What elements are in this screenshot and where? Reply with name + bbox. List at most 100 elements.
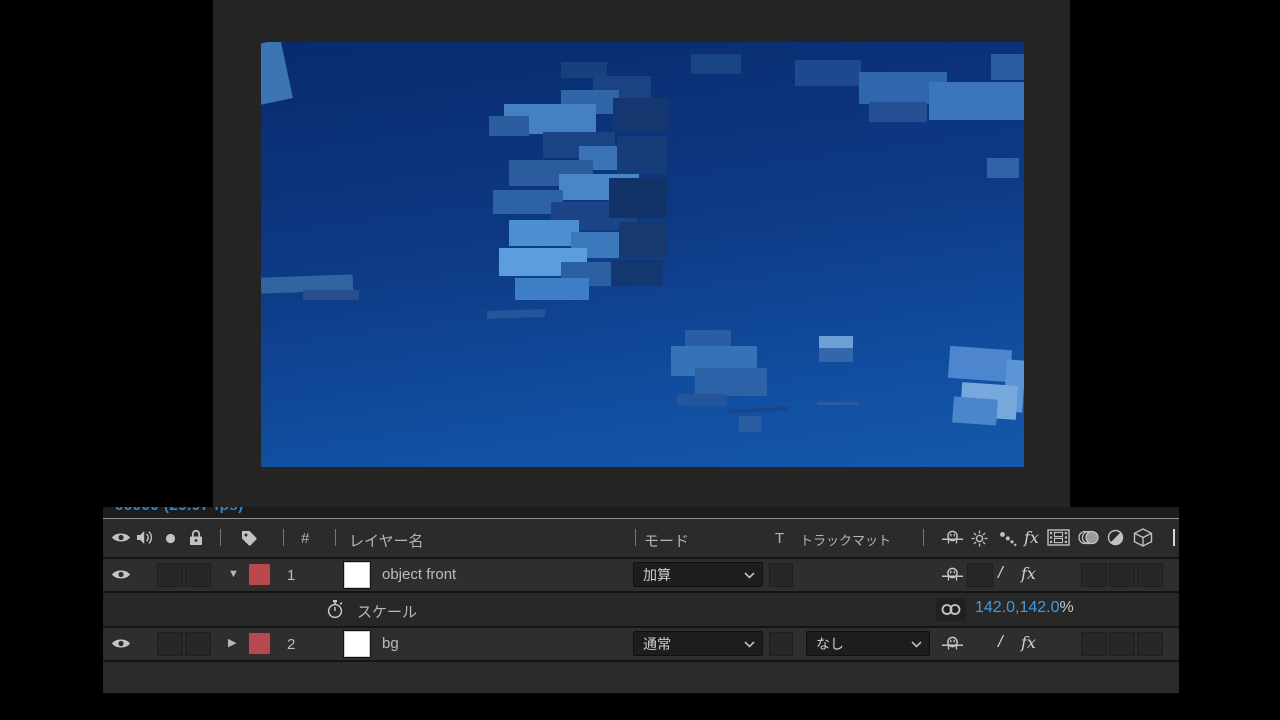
property-name[interactable]: スケール	[357, 601, 417, 622]
composition-viewer-panel	[213, 0, 1070, 507]
mosaic-block	[695, 368, 767, 396]
motion-blur-cell[interactable]	[1081, 563, 1107, 587]
timecode-text[interactable]: 00000 (29.97 fps)	[115, 507, 1179, 514]
mode-column-label: モード	[644, 530, 689, 551]
column-divider	[635, 529, 636, 546]
3d-cell[interactable]	[1137, 632, 1163, 656]
shy-toggle[interactable]	[941, 567, 964, 583]
frame-blend-icon	[1047, 529, 1070, 546]
eye-toggle[interactable]	[111, 637, 131, 650]
timecode-strip[interactable]: 00000 (29.97 fps)	[103, 507, 1179, 518]
eye-column-icon	[111, 531, 131, 544]
preserve-transparency-cell[interactable]	[769, 563, 793, 587]
mosaic-block	[487, 309, 545, 319]
column-divider	[220, 529, 221, 546]
adjustment-cell[interactable]	[1109, 563, 1135, 587]
comp-canvas[interactable]	[261, 42, 1024, 467]
timeline-panel: 00000 (29.97 fps) # レイヤー名 モード T トラックマット	[103, 507, 1179, 693]
mosaic-block	[613, 98, 669, 132]
effects-toggle[interactable]: fx	[1021, 633, 1036, 652]
mosaic-block	[987, 158, 1019, 178]
layer-row-1[interactable]: ▼ 1 object front 加算 / fx	[103, 559, 1179, 593]
quality-toggle[interactable]: /	[998, 563, 1003, 583]
column-divider	[1173, 529, 1175, 546]
chevron-down-icon	[911, 641, 922, 648]
mosaic-block	[261, 42, 293, 105]
blend-mode-dropdown[interactable]: 加算	[633, 562, 763, 587]
property-row-scale[interactable]: スケール 142.0,142.0%	[103, 593, 1179, 628]
mosaic-block	[617, 136, 667, 174]
disclosure-triangle-expanded[interactable]: ▼	[228, 569, 239, 580]
layer-name-column-label: レイヤー名	[349, 530, 424, 551]
solo-column-icon	[165, 533, 176, 544]
audio-toggle-cell[interactable]	[157, 563, 183, 587]
mosaic-block	[303, 290, 359, 300]
chevron-down-icon	[744, 641, 755, 648]
motion-blur-icon	[1077, 529, 1101, 546]
layer-thumbnail	[344, 631, 370, 657]
audio-toggle-cell[interactable]	[157, 632, 183, 656]
disclosure-triangle-collapsed[interactable]: ▶	[228, 638, 236, 649]
mosaic-block	[619, 222, 667, 258]
mosaic-block	[929, 82, 1024, 120]
layer-name[interactable]: object front	[382, 566, 456, 583]
chevron-down-icon	[744, 572, 755, 579]
mosaic-block	[795, 60, 861, 86]
mosaic-block	[948, 346, 1012, 382]
effects-column-icon: fx	[1024, 528, 1039, 547]
timeline-header-row: # レイヤー名 モード T トラックマット fx	[103, 519, 1179, 559]
timeline-empty-area	[103, 662, 1179, 693]
track-matte-column-label: トラックマット	[800, 530, 891, 549]
layer-name[interactable]: bg	[382, 635, 399, 652]
preserve-transparency-cell[interactable]	[769, 632, 793, 656]
layer-color-chip[interactable]	[249, 564, 270, 585]
mosaic-block	[509, 220, 579, 246]
3d-layer-icon	[1133, 528, 1153, 547]
scale-unit: %	[1060, 599, 1074, 616]
audio-column-icon	[136, 530, 153, 545]
blend-mode-dropdown[interactable]: 通常	[633, 631, 763, 656]
mosaic-block	[869, 102, 927, 122]
shy-icon	[941, 530, 964, 546]
quality-toggle[interactable]: /	[998, 632, 1003, 652]
motion-blur-cell[interactable]	[1081, 632, 1107, 656]
mosaic-block	[515, 278, 589, 300]
scale-numbers[interactable]: 142.0,142.0	[975, 599, 1060, 616]
adjustment-cell[interactable]	[1109, 632, 1135, 656]
track-matte-value: なし	[816, 634, 844, 654]
layer-thumbnail	[344, 562, 370, 588]
mosaic-block	[677, 394, 727, 406]
index-column-label: #	[301, 530, 309, 547]
quality-icon	[999, 531, 1017, 547]
link-dimensions-icon[interactable]	[936, 598, 966, 621]
mosaic-block	[609, 178, 667, 218]
mosaic-block	[489, 116, 529, 136]
scale-value[interactable]: 142.0,142.0%	[975, 599, 1074, 617]
collapse-cell[interactable]	[967, 563, 993, 587]
column-divider	[923, 529, 924, 546]
mosaic-block	[611, 260, 663, 286]
eye-toggle[interactable]	[111, 568, 131, 581]
collapse-transformations-icon	[971, 530, 988, 547]
mosaic-block	[819, 336, 853, 348]
solo-toggle-cell[interactable]	[185, 563, 211, 587]
layer-index: 2	[287, 636, 295, 653]
preserve-transparency-column-label: T	[775, 530, 784, 547]
blend-mode-value: 加算	[643, 565, 671, 585]
layer-color-chip[interactable]	[249, 633, 270, 654]
mosaic-block	[739, 416, 761, 432]
mosaic-block	[952, 396, 998, 425]
shy-toggle[interactable]	[941, 636, 964, 652]
effects-toggle[interactable]: fx	[1021, 564, 1036, 583]
column-divider	[283, 529, 284, 546]
track-matte-dropdown[interactable]: なし	[806, 631, 930, 656]
layer-index: 1	[287, 567, 295, 584]
mosaic-block	[729, 406, 789, 413]
stopwatch-icon[interactable]	[325, 599, 345, 619]
mosaic-block	[691, 54, 741, 74]
mosaic-block	[817, 402, 859, 405]
column-divider	[335, 529, 336, 546]
solo-toggle-cell[interactable]	[185, 632, 211, 656]
3d-cell[interactable]	[1137, 563, 1163, 587]
layer-row-2[interactable]: ▶ 2 bg 通常 なし / fx	[103, 628, 1179, 662]
